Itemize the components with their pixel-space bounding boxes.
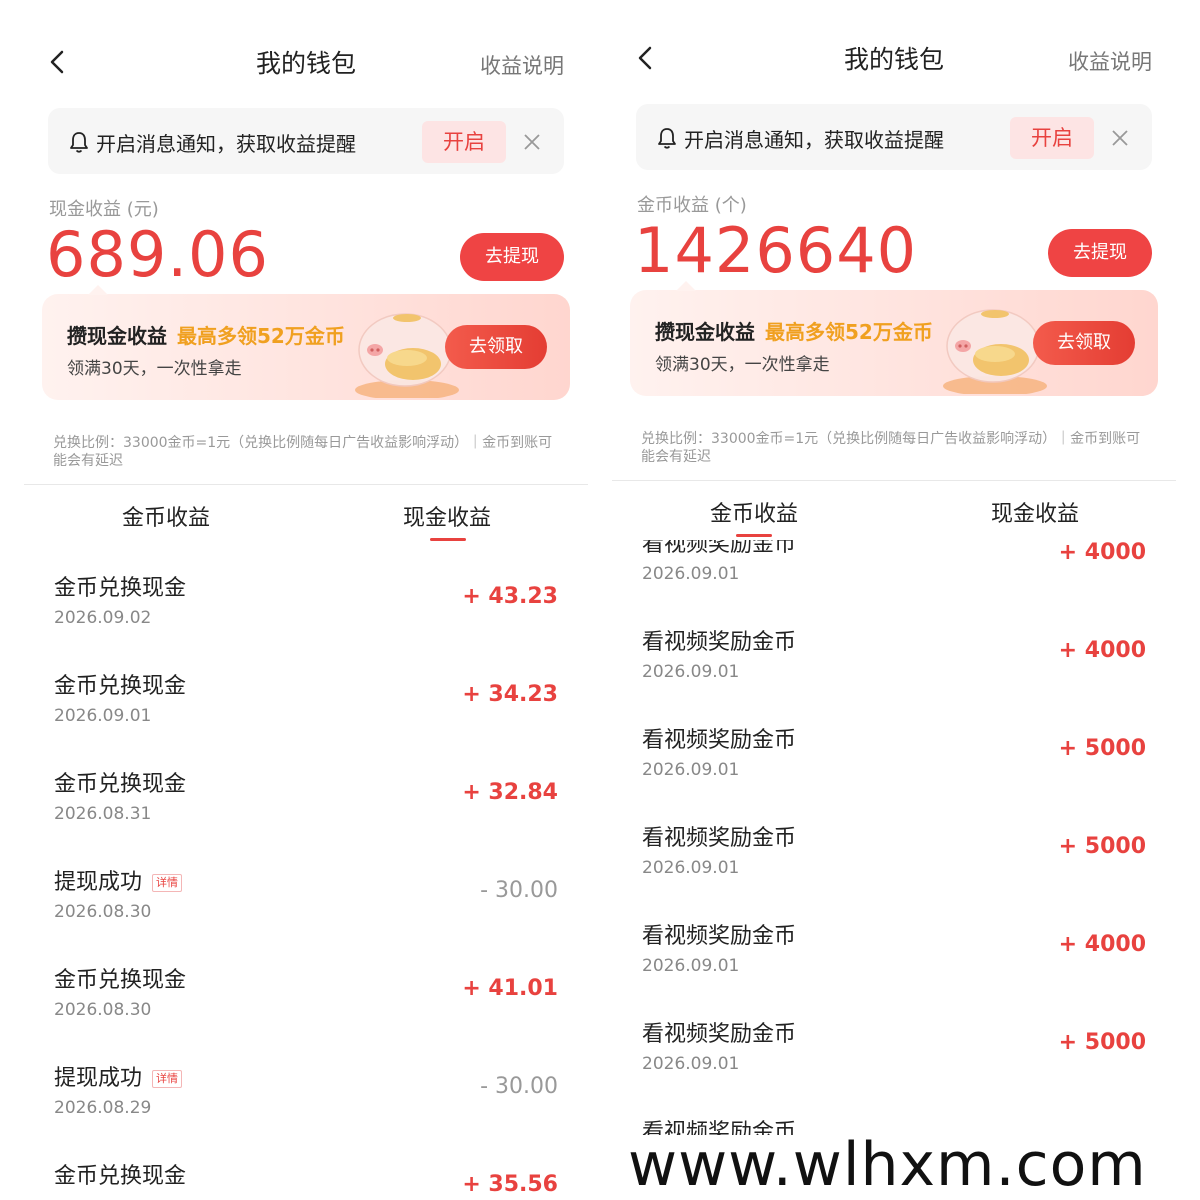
item-amount: + 4000 [1058,638,1146,663]
tab-cash-earnings[interactable]: 现金收益 [965,496,1105,528]
withdraw-button[interactable]: 去提现 [460,233,564,281]
earnings-explanation-link[interactable]: 收益说明 [1068,46,1152,76]
divider [24,484,588,485]
tab-coin-earnings[interactable]: 金币收益 [96,500,236,532]
detail-badge[interactable]: 详情 [152,874,183,892]
divider [612,480,1176,481]
list-item[interactable]: 看视频奖励金币 2026.09.01 + 4000 [612,618,1176,716]
list-item[interactable]: 金币兑换现金 + 35.56 [24,1152,588,1200]
exchange-rate-note: 兑换比例：33000金币=1元（兑换比例随每日广告收益影响浮动）｜金币到账可能会… [641,431,1141,465]
promo-highlight: 最高多领52万金币 [765,320,933,344]
list-item[interactable]: 看视频奖励金币 2026.09.01 + 5000 [612,716,1176,814]
item-date: 2026.09.01 [642,858,740,878]
item-date: 2026.08.30 [54,1000,152,1020]
list-item[interactable]: 金币兑换现金 2026.09.01 + 34.23 [24,662,588,760]
item-amount: + 5000 [1058,736,1146,761]
item-date: 2026.09.02 [54,608,152,628]
promo-title: 攒现金收益 [67,324,167,348]
item-amount: + 5000 [1058,1030,1146,1055]
bell-icon [658,128,676,149]
list-item[interactable]: 金币兑换现金 2026.09.02 + 43.23 [24,564,588,662]
watermark: www.wlhxm.com [628,1135,1176,1200]
close-icon[interactable] [522,132,542,152]
exchange-rate-note: 兑换比例：33000金币=1元（兑换比例随每日广告收益影响浮动）｜金币到账可能会… [53,435,553,469]
item-date: 2026.08.29 [54,1098,152,1118]
item-amount: + 43.23 [462,584,558,609]
detail-badge[interactable]: 详情 [152,1070,183,1088]
item-title: 金币兑换现金 [54,1164,187,1189]
item-title: 提现成功 详情 [54,864,183,896]
list-item[interactable]: 金币兑换现金 2026.08.30 + 41.01 [24,956,588,1054]
item-title: 提现成功 详情 [54,1060,183,1092]
item-title-text: 提现成功 [54,1066,143,1091]
item-title: 金币兑换现金 [54,674,187,699]
item-title: 金币兑换现金 [54,576,187,601]
item-date: 2026.09.01 [54,706,152,726]
promo-title: 攒现金收益 [655,320,755,344]
item-date: 2026.09.01 [642,662,740,682]
promo-card: 攒现金收益 最高多领52万金币 领满30天，一次性拿走 去领取 [630,281,1158,396]
item-date: 2026.09.01 [642,760,740,780]
item-date: 2026.08.31 [54,804,152,824]
list-item[interactable]: 看视频奖励金币 2026.09.01 + 5000 [612,814,1176,912]
item-title: 看视频奖励金币 [642,728,797,753]
notification-text: 开启消息通知，获取收益提醒 [684,128,944,152]
list-item[interactable]: 提现成功 详情 2026.08.30 - 30.00 [24,858,588,956]
active-tab-indicator [430,538,466,541]
wallet-screen-cash: 我的钱包 收益说明 开启消息通知，获取收益提醒 开启 现金收益 (元) 689.… [24,0,588,1200]
item-date: 2026.09.01 [642,956,740,976]
item-amount: + 32.84 [462,780,558,805]
item-amount: - 30.00 [480,1074,558,1099]
item-date: 2026.09.01 [642,1054,740,1074]
list-item[interactable]: 提现成功 详情 2026.08.29 - 30.00 [24,1054,588,1152]
promo-card: 攒现金收益 最高多领52万金币 领满30天，一次性拿走 去领取 [42,285,570,400]
enable-notification-button[interactable]: 开启 [1010,117,1094,159]
item-amount: + 34.23 [462,682,558,707]
item-title-text: 提现成功 [54,870,143,895]
item-title: 看视频奖励金币 [642,924,797,949]
item-amount: + 4000 [1058,932,1146,957]
top-bar: 我的钱包 收益说明 [612,34,1176,86]
item-title: 金币兑换现金 [54,772,187,797]
notification-banner: 开启消息通知，获取收益提醒 开启 [636,104,1152,170]
item-amount: + 4000 [1058,540,1146,565]
earnings-explanation-link[interactable]: 收益说明 [480,50,564,80]
withdraw-button[interactable]: 去提现 [1048,229,1152,277]
promo-subtitle: 领满30天，一次性拿走 [655,355,830,375]
item-title: 金币兑换现金 [54,968,187,993]
item-title: 看视频奖励金币 [642,540,797,557]
transaction-list: 金币兑换现金 2026.09.02 + 43.23 金币兑换现金 2026.09… [24,560,588,1200]
enable-notification-button[interactable]: 开启 [422,121,506,163]
claim-button[interactable]: 去领取 [445,325,547,369]
transaction-list: 看视频奖励金币 2026.09.01 + 4000 看视频奖励金币 2026.0… [612,540,1176,1200]
list-item[interactable]: 看视频奖励金币 2026.09.01 + 4000 [612,540,1176,618]
top-bar: 我的钱包 收益说明 [24,38,588,90]
item-amount: + 35.56 [462,1172,558,1197]
item-amount: + 5000 [1058,834,1146,859]
claim-button[interactable]: 去领取 [1033,321,1135,365]
promo-highlight: 最高多领52万金币 [177,324,345,348]
close-icon[interactable] [1110,128,1130,148]
tab-coin-earnings[interactable]: 金币收益 [684,496,824,528]
wallet-screen-coins: 我的钱包 收益说明 开启消息通知，获取收益提醒 开启 金币收益 (个) 1426… [612,0,1176,1200]
promo-subtitle: 领满30天，一次性拿走 [67,359,242,379]
item-amount: - 30.00 [480,878,558,903]
active-tab-indicator [736,534,772,537]
balance-value: 689.06 [46,218,269,291]
notification-text: 开启消息通知，获取收益提醒 [96,132,356,156]
item-amount: + 41.01 [462,976,558,1001]
list-item[interactable]: 看视频奖励金币 2026.09.01 + 4000 [612,912,1176,1010]
item-title: 看视频奖励金币 [642,1022,797,1047]
item-title: 看视频奖励金币 [642,826,797,851]
item-date: 2026.09.01 [642,564,740,584]
notification-banner: 开启消息通知，获取收益提醒 开启 [48,108,564,174]
bell-icon [70,132,88,153]
balance-value: 1426640 [634,214,918,287]
list-item[interactable]: 金币兑换现金 2026.08.31 + 32.84 [24,760,588,858]
item-date: 2026.08.30 [54,902,152,922]
list-item[interactable]: 看视频奖励金币 2026.09.01 + 5000 [612,1010,1176,1108]
tab-cash-earnings[interactable]: 现金收益 [377,500,517,532]
item-title: 看视频奖励金币 [642,630,797,655]
